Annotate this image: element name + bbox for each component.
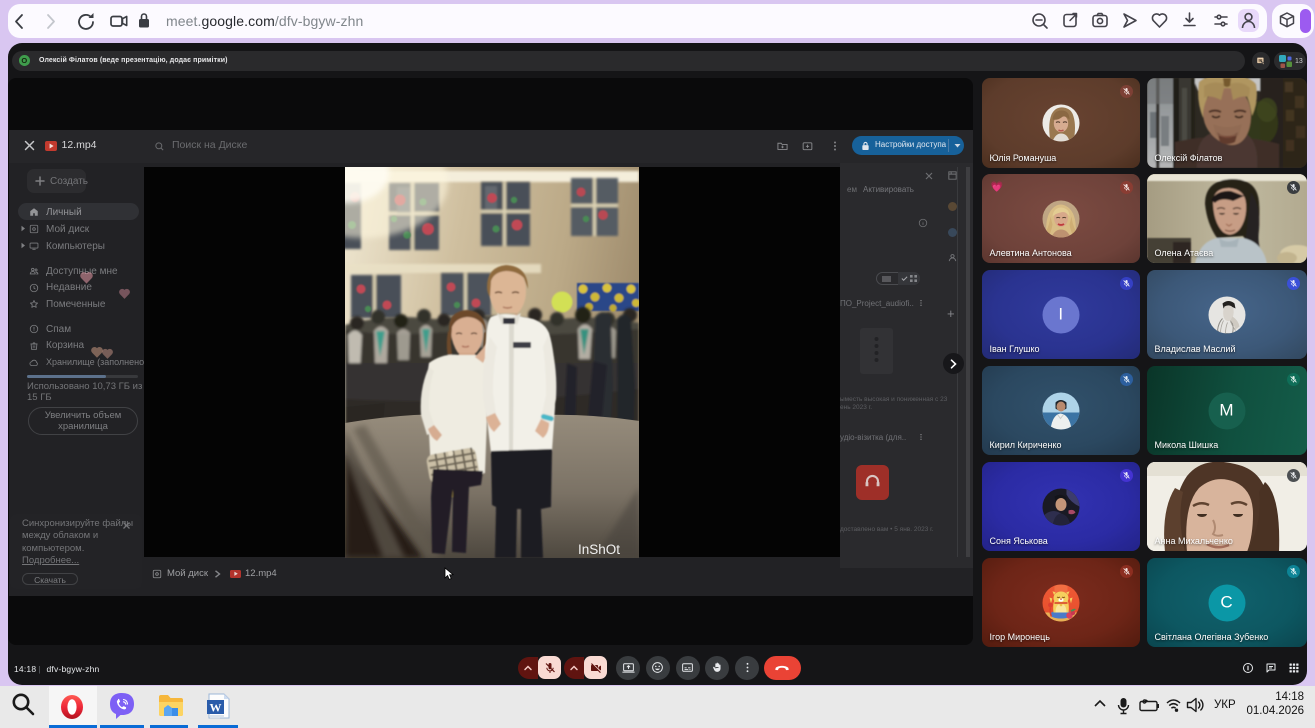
svg-text:InShOt: InShOt — [578, 542, 620, 557]
svg-text:W: W — [210, 701, 222, 715]
